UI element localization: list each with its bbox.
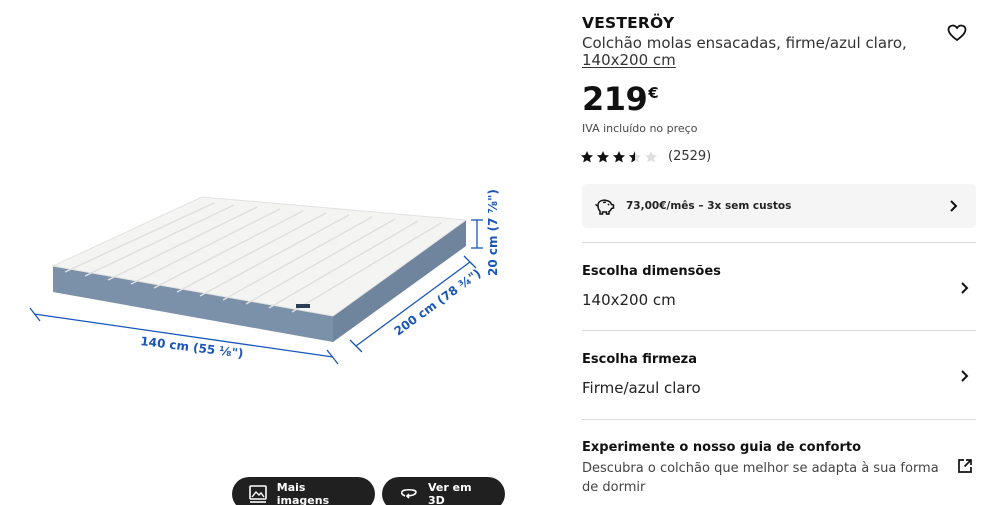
star-icon [629,150,641,162]
rating-stars [580,150,658,164]
view-3d-label: Ver em 3D [428,481,472,505]
mattress-image: 140 cm (55 ⅛") 200 cm (78 ¾") 20 cm (7 ⅞… [29,189,500,365]
rotate-3d-icon [398,485,420,503]
heart-icon [947,24,967,42]
finance-text: 73,00€/mês – 3x sem custos [626,200,792,212]
star-icon [581,150,593,162]
rating[interactable]: (2529) [580,149,711,164]
chevron-right-icon [961,282,969,294]
star-icon [597,150,609,162]
chevron-right-icon [950,200,958,212]
product-size-link[interactable]: 140x200 cm [582,51,676,69]
comfort-guide-description: Descubra o colchão que melhor se adapta … [582,461,939,495]
more-images-label: Mais imagens [276,481,330,505]
gallery-icon [248,485,269,503]
star-icon [613,150,625,162]
product-price: 219€ [582,80,659,118]
external-link-icon [958,459,972,473]
view-3d-button[interactable]: Ver em 3D [382,477,505,505]
firmness-value: Firme/azul claro [582,379,701,397]
chevron-right-icon [961,370,969,382]
more-images-button[interactable]: Mais imagens [232,477,375,505]
finance-offer[interactable]: 73,00€/mês – 3x sem custos [582,184,976,228]
choose-dimensions-option[interactable] [582,243,976,330]
product-description: Colchão molas ensacadas, firme/azul clar… [582,34,907,52]
price-currency: € [648,84,659,102]
comfort-guide-link[interactable] [956,457,974,475]
choose-firmness-option[interactable] [582,331,976,419]
width-dimension-label: 140 cm (55 ⅛") [140,334,244,361]
vat-note: IVA incluído no preço [582,122,698,135]
comfort-guide-title[interactable]: Experimente o nosso guia de conforto [582,440,861,455]
piggy-bank-icon [595,199,615,215]
product-image-panel[interactable]: 140 cm (55 ⅛") 200 cm (78 ¾") 20 cm (7 ⅞… [0,0,560,505]
firmness-title: Escolha firmeza [582,352,698,367]
dimensions-value: 140x200 cm [582,291,676,309]
divider [582,419,976,420]
favourite-button[interactable] [946,22,968,44]
dimensions-title: Escolha dimensões [582,264,721,279]
height-dimension-label: 20 cm (7 ⅞") [486,189,500,276]
product-brand: VESTERÖY [582,14,675,32]
rating-count: (2529) [668,149,712,164]
star-icon [645,150,657,162]
price-amount: 219 [582,80,648,118]
